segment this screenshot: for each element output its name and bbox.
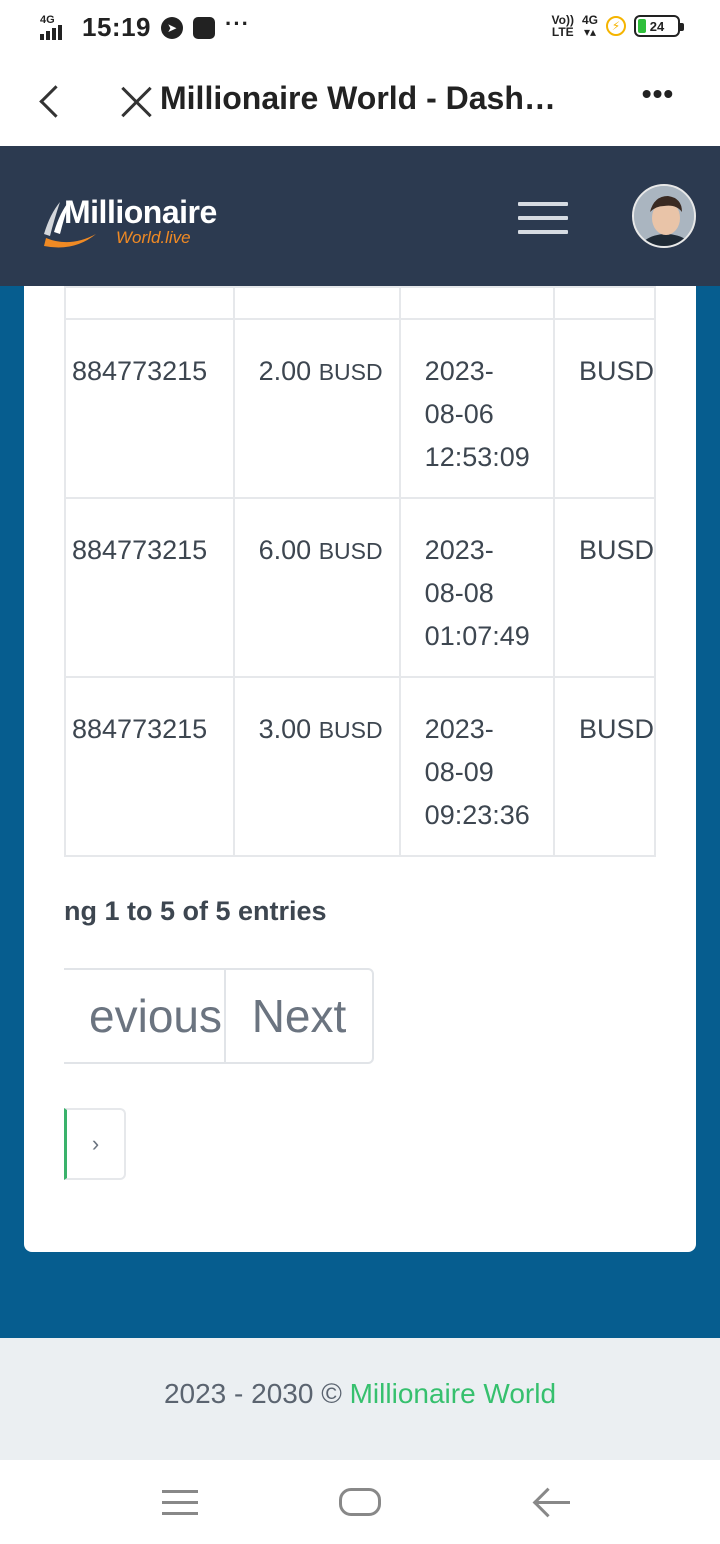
network-4g-icon: 4G ▾▴ (581, 13, 598, 39)
next-button[interactable]: Next (224, 968, 374, 1064)
cell-date: 2023- 08-06 12:53:09 (398, 318, 555, 499)
back-button[interactable] (30, 80, 70, 124)
transactions-card: 884773215 2.00 BUSD 2023- 08-06 12:53:09 B… (24, 286, 696, 1252)
avatar[interactable] (632, 184, 696, 248)
footer-copyright: 2023 - 2030 © (163, 1378, 350, 1409)
pagination: evious Next (64, 968, 376, 1064)
logo-text: Millionaire (64, 194, 217, 230)
page-title: Millionaire World - Dash… (160, 80, 556, 116)
cell-amount: 3.00 BUSD (232, 676, 401, 857)
more-options-button[interactable]: ••• (636, 80, 680, 116)
system-nav-bar (0, 1460, 720, 1544)
table-row: 884773215 6.00 BUSD 2023- 08-08 01:07:49 B… (64, 497, 656, 678)
entries-info: ng 1 to 5 of 5 entries (64, 896, 327, 926)
site-header: Millionaire World.live (0, 146, 720, 286)
cell-type: BUSD (552, 497, 656, 678)
home-icon[interactable] (339, 1488, 381, 1516)
transactions-table[interactable]: 884773215 2.00 BUSD 2023- 08-06 12:53:09 B… (64, 286, 656, 857)
table-row: 884773215 3.00 BUSD 2023- 08-09 09:23:36 B… (64, 676, 656, 857)
cell-date: 2023- 08-08 01:07:49 (398, 497, 555, 678)
battery-icon: 24 (634, 15, 684, 37)
cell-type: BUSD (552, 318, 656, 499)
cell-date: 2023- 08-09 09:23:36 (398, 676, 555, 857)
telegram-icon: ➤ (161, 16, 183, 39)
site-logo[interactable]: Millionaire World.live (40, 190, 240, 250)
user-photo-icon (634, 186, 694, 246)
cell-user-id: 884773215 (64, 676, 235, 857)
charging-icon: ⚡ (606, 16, 626, 36)
more-notifications-icon: ··· (225, 10, 250, 36)
clock: 15:19 (82, 12, 151, 42)
hamburger-menu-icon[interactable] (518, 202, 568, 236)
footer-brand-link[interactable]: Millionaire World (350, 1378, 556, 1409)
footer: 2023 - 2030 © Millionaire World (0, 1338, 720, 1460)
cell-user-id: 884773215 (64, 497, 235, 678)
previous-button[interactable]: evious (64, 968, 226, 1064)
signal-icon: 4G (38, 14, 72, 42)
main-content: 884773215 2.00 BUSD 2023- 08-06 12:53:09 B… (0, 286, 720, 1338)
table-row (64, 286, 656, 320)
logo-subtext: World.live (116, 228, 191, 247)
cell-amount: 2.00 BUSD (232, 318, 401, 499)
cell-type: BUSD (552, 676, 656, 857)
browser-toolbar: Millionaire World - Dash… ••• (0, 56, 720, 146)
close-icon[interactable] (116, 82, 156, 122)
cell-amount: 6.00 BUSD (232, 497, 401, 678)
status-bar: 4G 15:19 ➤ ··· Vo)) LTE 4G ▾▴ ⚡ 24 (0, 0, 720, 56)
small-next-button[interactable]: › (64, 1108, 126, 1180)
battery-level: 24 (649, 18, 665, 34)
table-row: 884773215 2.00 BUSD 2023- 08-06 12:53:09 B… (64, 318, 656, 499)
cell-user-id: 884773215 (64, 318, 235, 499)
volte-indicator: Vo)) LTE (551, 13, 574, 39)
back-arrow-icon[interactable] (532, 1486, 570, 1518)
recent-apps-icon[interactable] (162, 1490, 198, 1516)
shopping-bag-icon (193, 16, 215, 39)
